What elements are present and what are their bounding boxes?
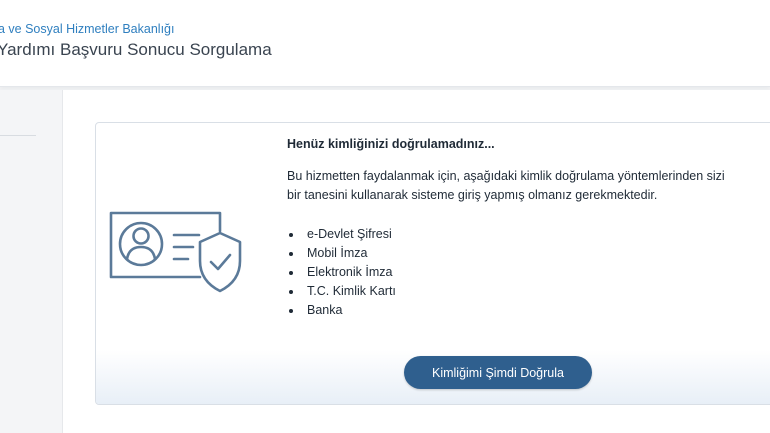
- sidebar-divider: [0, 135, 36, 136]
- method-label: Banka: [307, 303, 343, 317]
- method-label: Elektronik İmza: [307, 265, 393, 279]
- page-header: a ve Sosyal Hizmetler Bakanlığı Yardımı …: [0, 0, 770, 87]
- sidebar: [0, 90, 63, 433]
- card-title: Henüz kimliğinizi doğrulamadınız...: [287, 137, 495, 151]
- method-label: e-Devlet Şifresi: [307, 227, 392, 241]
- bullet-icon: [289, 252, 293, 256]
- list-item: Banka: [287, 301, 770, 320]
- identity-verification-card: Henüz kimliğinizi doğrulamadınız... Bu h…: [95, 122, 770, 405]
- card-content: Henüz kimliğinizi doğrulamadınız... Bu h…: [287, 137, 770, 320]
- bullet-icon: [289, 309, 293, 313]
- list-item: T.C. Kimlik Kartı: [287, 282, 770, 301]
- list-item: Elektronik İmza: [287, 263, 770, 282]
- ministry-name: a ve Sosyal Hizmetler Bakanlığı: [0, 22, 175, 36]
- verification-methods-list: e-Devlet Şifresi Mobil İmza Elektronik İ…: [287, 225, 770, 320]
- id-card-shield-icon: [109, 211, 242, 293]
- verify-identity-button[interactable]: Kimliğimi Şimdi Doğrula: [404, 356, 592, 389]
- page-title: Yardımı Başvuru Sonucu Sorgulama: [0, 40, 272, 59]
- list-item: Mobil İmza: [287, 244, 770, 263]
- bullet-icon: [289, 290, 293, 294]
- page: a ve Sosyal Hizmetler Bakanlığı Yardımı …: [0, 0, 770, 433]
- list-item: e-Devlet Şifresi: [287, 225, 770, 244]
- description-line-2: bir tanesini kullanarak sisteme giriş ya…: [287, 188, 658, 202]
- card-description: Bu hizmetten faydalanmak için, aşağıdaki…: [287, 167, 770, 205]
- method-label: T.C. Kimlik Kartı: [307, 284, 396, 298]
- bullet-icon: [289, 233, 293, 237]
- method-label: Mobil İmza: [307, 246, 368, 260]
- bullet-icon: [289, 271, 293, 275]
- description-line-1: Bu hizmetten faydalanmak için, aşağıdaki…: [287, 169, 725, 183]
